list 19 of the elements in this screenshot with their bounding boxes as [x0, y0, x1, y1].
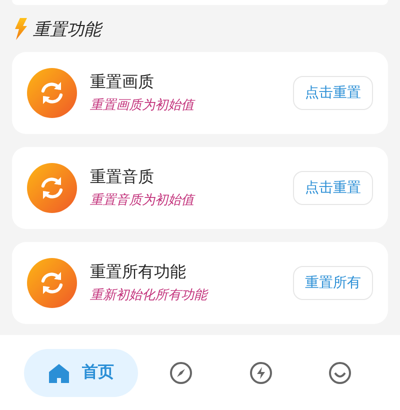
item-subtitle: 重置画质为初始值 — [90, 97, 196, 114]
refresh-icon — [27, 258, 77, 308]
item-subtitle: 重新初始化所有功能 — [90, 287, 210, 304]
section-title: 重置功能 — [33, 18, 101, 40]
item-title: 重置所有功能 — [90, 262, 187, 283]
nav-tab[interactable]: 首页 — [24, 348, 138, 396]
reset-button[interactable]: 点击重置 — [293, 171, 373, 205]
compass-icon — [169, 360, 194, 384]
item-title: 重置画质 — [90, 72, 155, 93]
reset-button[interactable]: 重置所有 — [293, 266, 373, 300]
lightning-icon — [14, 18, 28, 40]
refresh-icon — [27, 163, 77, 213]
refresh-icon — [27, 68, 77, 118]
smiley-icon — [328, 360, 352, 384]
item-subtitle: 重置音质为初始值 — [90, 192, 196, 209]
item-title: 重置音质 — [90, 167, 155, 188]
home-icon — [48, 362, 70, 384]
lightning-icon — [248, 360, 273, 384]
reset-button[interactable]: 点击重置 — [293, 76, 373, 110]
